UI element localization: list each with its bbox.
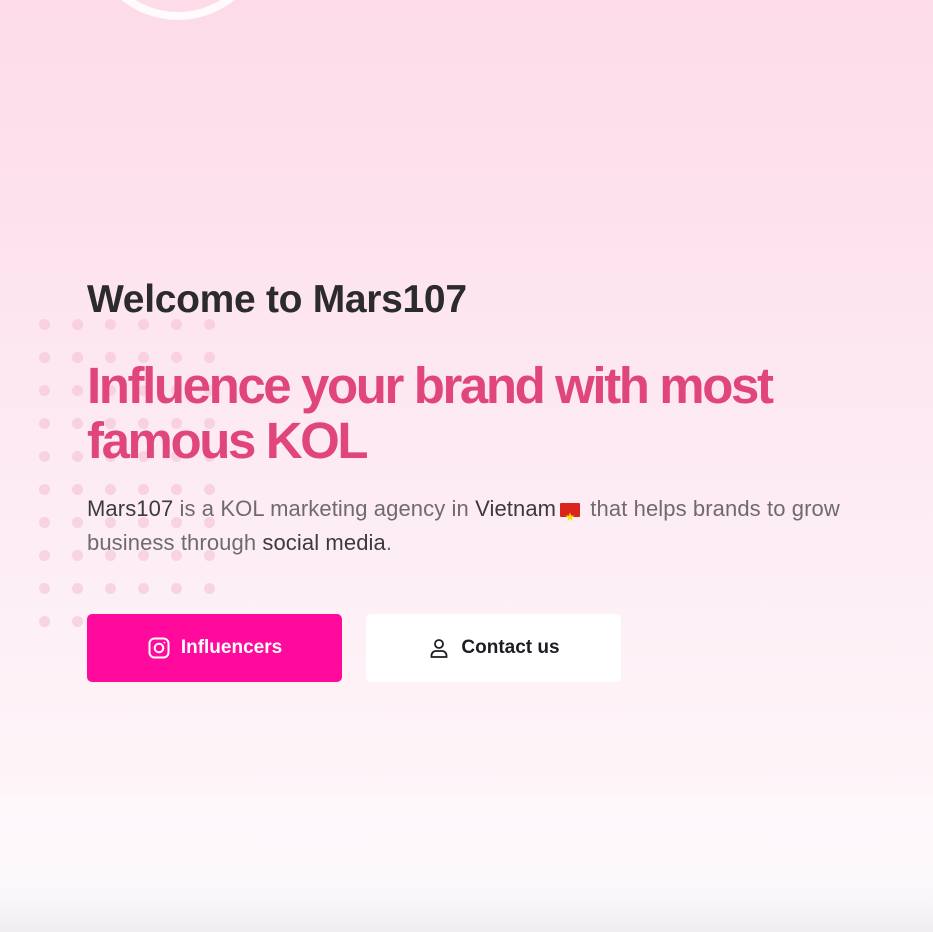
decorative-dot [138, 583, 149, 594]
decorative-dot [72, 319, 83, 330]
vietnam-flag-icon [560, 500, 581, 534]
decorative-dot [39, 385, 50, 396]
social-media-text: social media [262, 530, 386, 555]
decorative-dot [72, 583, 83, 594]
decorative-dot [72, 484, 83, 495]
decorative-dot [39, 550, 50, 561]
decorative-dot [171, 583, 182, 594]
decorative-dot [39, 583, 50, 594]
description-text: is a KOL marketing agency in [173, 496, 476, 521]
decorative-dot [72, 418, 83, 429]
bottom-fade [0, 795, 933, 932]
decorative-circle [88, 0, 268, 20]
description-text: . [385, 530, 393, 555]
user-icon [427, 636, 451, 660]
country-name: Vietnam [475, 496, 557, 521]
brand-name: Mars107 [87, 496, 174, 521]
decorative-dot [39, 616, 50, 627]
decorative-dot [72, 352, 83, 363]
decorative-dot [72, 550, 83, 561]
influencers-button[interactable]: Influencers [87, 614, 342, 682]
decorative-dot [105, 583, 116, 594]
influencers-button-label: Influencers [180, 637, 283, 658]
contact-us-button-label: Contact us [461, 637, 560, 658]
contact-us-button[interactable]: Contact us [366, 614, 621, 682]
decorative-dot [39, 484, 50, 495]
decorative-dot [39, 352, 50, 363]
hero-section: Welcome to Mars107 Influence your brand … [87, 276, 917, 560]
welcome-heading: Welcome to Mars107 [87, 278, 467, 321]
decorative-dot [72, 517, 83, 528]
decorative-dot [72, 616, 83, 627]
decorative-dot [72, 385, 83, 396]
hero-description: Mars107 is a KOL marketing agency in Vie… [87, 492, 917, 560]
hero-headline: Influence your brand with most famous KO… [87, 357, 774, 469]
instagram-icon [147, 636, 171, 660]
decorative-dot [39, 319, 50, 330]
decorative-dot [204, 583, 215, 594]
hero-actions: Influencers Contact us [87, 614, 621, 682]
decorative-dot [39, 418, 50, 429]
decorative-dot [39, 451, 50, 462]
decorative-dot [72, 451, 83, 462]
decorative-dot [39, 517, 50, 528]
